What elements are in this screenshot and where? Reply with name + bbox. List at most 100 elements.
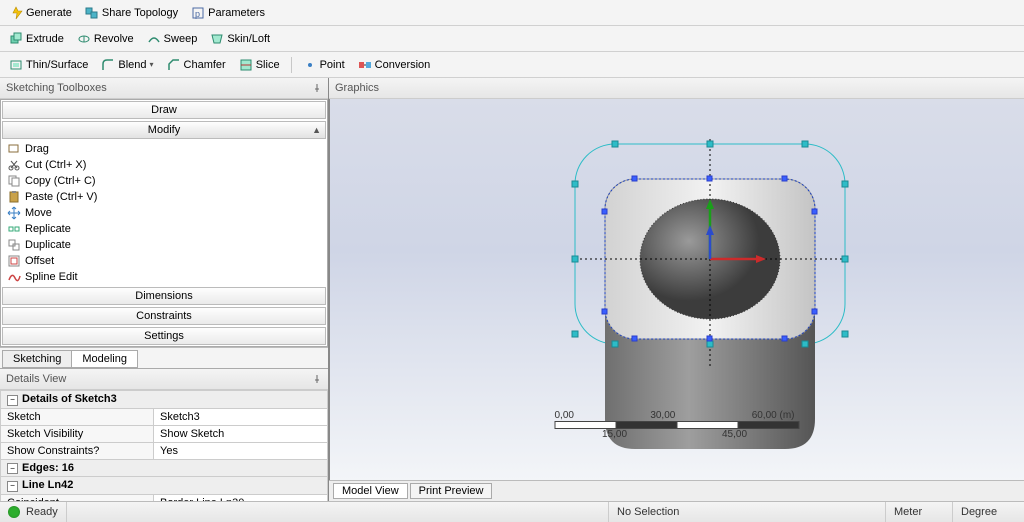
graphics-viewport[interactable]: 0,0030,0060,00 (m) 15,0045,00 xyxy=(329,99,1024,480)
move-icon xyxy=(7,206,21,220)
panel-settings[interactable]: Settings xyxy=(2,327,326,345)
parameters-label: Parameters xyxy=(208,7,265,19)
blend-button[interactable]: Blend ▾ xyxy=(96,56,158,74)
tab-sketching[interactable]: Sketching xyxy=(2,350,72,368)
status-selection: No Selection xyxy=(617,506,679,518)
generate-icon xyxy=(9,6,23,20)
scale-bar: 0,0030,0060,00 (m) 15,0045,00 xyxy=(555,411,800,440)
graphics-header: Graphics xyxy=(329,78,1024,99)
sweep-icon xyxy=(147,32,161,46)
status-ready: Ready xyxy=(26,506,58,518)
details-grid: −Details of Sketch3 SketchSketch3 Sketch… xyxy=(0,390,328,501)
extrude-button[interactable]: Extrude xyxy=(4,30,69,48)
generate-button[interactable]: Generate xyxy=(4,4,77,22)
cmd-paste[interactable]: Paste (Ctrl+ V) xyxy=(3,189,325,205)
pin-icon[interactable] xyxy=(312,374,322,384)
collapse-icon[interactable]: − xyxy=(7,395,18,406)
status-bar: Ready No Selection Meter Degree xyxy=(0,501,1024,522)
slice-button[interactable]: Slice xyxy=(234,56,285,74)
point-button[interactable]: Point xyxy=(298,56,350,74)
row-sketch-val[interactable]: Sketch3 xyxy=(154,408,328,425)
share-topology-button[interactable]: Share Topology xyxy=(80,4,183,22)
row-constraints-key: Show Constraints? xyxy=(1,442,154,459)
chamfer-button[interactable]: Chamfer xyxy=(162,56,231,74)
cmd-cut[interactable]: Cut (Ctrl+ X) xyxy=(3,157,325,173)
collapse-icon[interactable]: − xyxy=(7,481,18,492)
sweep-label: Sweep xyxy=(164,33,198,45)
parameters-icon: p xyxy=(191,6,205,20)
collapse-up-icon: ▲ xyxy=(312,125,321,135)
details-view-header: Details View xyxy=(0,369,328,390)
status-unit-length: Meter xyxy=(894,506,922,518)
duplicate-icon xyxy=(7,238,21,252)
parameters-button[interactable]: p Parameters xyxy=(186,4,270,22)
skin-loft-label: Skin/Loft xyxy=(227,33,270,45)
panel-modify[interactable]: Modify ▲ xyxy=(2,121,326,139)
skin-loft-button[interactable]: Skin/Loft xyxy=(205,30,275,48)
point-label: Point xyxy=(320,59,345,71)
generate-label: Generate xyxy=(26,7,72,19)
cmd-duplicate[interactable]: Duplicate xyxy=(3,237,325,253)
thin-surface-button[interactable]: Thin/Surface xyxy=(4,56,93,74)
status-unit-angle: Degree xyxy=(961,506,997,518)
chamfer-label: Chamfer xyxy=(184,59,226,71)
conversion-button[interactable]: Conversion xyxy=(353,56,436,74)
graphics-title: Graphics xyxy=(335,82,379,94)
cmd-move[interactable]: Move xyxy=(3,205,325,221)
cmd-copy[interactable]: Copy (Ctrl+ C) xyxy=(3,173,325,189)
thin-surface-label: Thin/Surface xyxy=(26,59,88,71)
cmd-replicate[interactable]: Replicate xyxy=(3,221,325,237)
offset-icon xyxy=(7,254,21,268)
slice-label: Slice xyxy=(256,59,280,71)
replicate-icon xyxy=(7,222,21,236)
row-sketch-key: Sketch xyxy=(1,408,154,425)
revolve-button[interactable]: Revolve xyxy=(72,30,139,48)
cmd-offset[interactable]: Offset xyxy=(3,253,325,269)
point-icon xyxy=(303,58,317,72)
extrude-icon xyxy=(9,32,23,46)
row-visibility-key: Sketch Visibility xyxy=(1,425,154,442)
share-topology-label: Share Topology xyxy=(102,7,178,19)
blend-icon xyxy=(101,58,115,72)
blend-label: Blend xyxy=(118,59,146,71)
status-light-icon xyxy=(8,506,20,518)
extrude-label: Extrude xyxy=(26,33,64,45)
share-topology-icon xyxy=(85,6,99,20)
panel-draw[interactable]: Draw xyxy=(2,101,326,119)
panel-dimensions[interactable]: Dimensions xyxy=(2,287,326,305)
row-coincident-val[interactable]: Border Line Ln30 xyxy=(154,494,328,501)
conversion-label: Conversion xyxy=(375,59,431,71)
copy-icon xyxy=(7,174,21,188)
conversion-icon xyxy=(358,58,372,72)
details-view-title: Details View xyxy=(6,373,66,385)
svg-text:p: p xyxy=(195,9,200,19)
dropdown-icon: ▾ xyxy=(150,60,154,69)
slice-icon xyxy=(239,58,253,72)
sketching-toolboxes-header: Sketching Toolboxes xyxy=(0,78,328,99)
drag-icon xyxy=(7,142,21,156)
panel-constraints[interactable]: Constraints xyxy=(2,307,326,325)
cmd-drag[interactable]: Drag xyxy=(3,141,325,157)
thin-surface-icon xyxy=(9,58,23,72)
skin-loft-icon xyxy=(210,32,224,46)
paste-icon xyxy=(7,190,21,204)
tab-model-view[interactable]: Model View xyxy=(333,483,408,499)
details-line: Line Ln42 xyxy=(22,479,73,491)
sweep-button[interactable]: Sweep xyxy=(142,30,203,48)
details-section-header: Details of Sketch3 xyxy=(22,393,117,405)
row-constraints-val[interactable]: Yes xyxy=(154,442,328,459)
pin-icon[interactable] xyxy=(312,83,322,93)
details-edges: Edges: 16 xyxy=(22,462,74,474)
revolve-label: Revolve xyxy=(94,33,134,45)
spline-edit-icon xyxy=(7,270,21,284)
row-visibility-val[interactable]: Show Sketch xyxy=(154,425,328,442)
tab-print-preview[interactable]: Print Preview xyxy=(410,483,493,499)
collapse-icon[interactable]: − xyxy=(7,463,18,474)
cut-icon xyxy=(7,158,21,172)
sketching-toolboxes-title: Sketching Toolboxes xyxy=(6,82,107,94)
chamfer-icon xyxy=(167,58,181,72)
tab-modeling[interactable]: Modeling xyxy=(71,350,138,368)
cmd-spline-edit[interactable]: Spline Edit xyxy=(3,269,325,285)
revolve-icon xyxy=(77,32,91,46)
row-coincident-key: Coincident xyxy=(1,494,154,501)
